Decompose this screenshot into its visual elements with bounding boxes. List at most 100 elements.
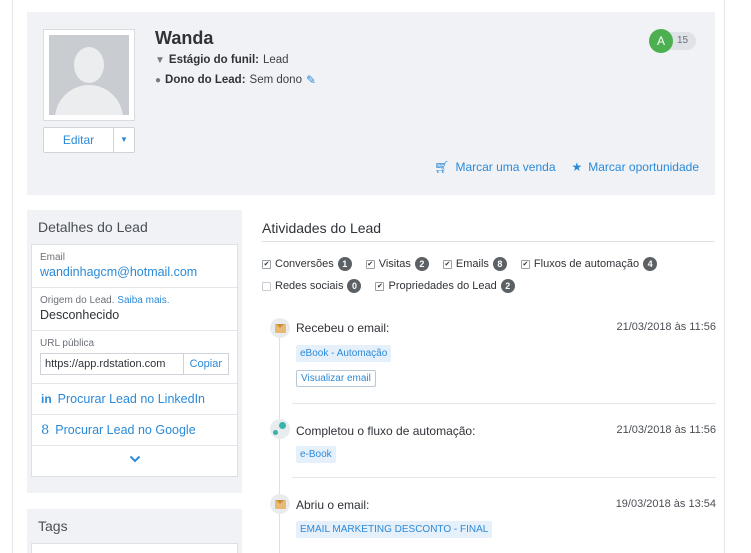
lead-origin-field: Origem do Lead. Saiba mais. Desconhecido [32, 288, 237, 331]
activity-title: Recebeu o email: [296, 321, 390, 335]
filter-label: Propriedades do Lead [388, 280, 497, 292]
google-plus-icon: 8 [41, 422, 50, 438]
public-url-input[interactable]: https://app.rdstation.com [40, 353, 184, 375]
lead-details-box: Email wandinhagcm@hotmail.com Origem do … [31, 244, 238, 477]
search-linkedin-link[interactable]: in Procurar Lead no LinkedIn [32, 384, 237, 415]
activity-date: 19/03/2018 às 13:54 [615, 498, 716, 510]
checkbox-checked-icon[interactable]: ✔ [520, 259, 530, 269]
tags-box [31, 543, 238, 553]
filter-row-1: ✔ Conversões 1 ✔ Visitas 2 ✔ Emails 8 ✔ … [262, 257, 717, 271]
count-badge: 4 [643, 257, 658, 271]
activity-separator [292, 477, 716, 478]
search-google-link[interactable]: 8 Procurar Lead no Google [32, 415, 237, 446]
count-badge: 2 [500, 279, 515, 293]
filter-label: Visitas [378, 258, 411, 270]
page-right-border [724, 0, 725, 553]
lead-owner-row: ● Dono do Lead: Sem dono ✎ [155, 73, 316, 87]
filter-row-2: Redes sociais 0 ✔ Propriedades do Lead 2 [262, 279, 717, 293]
filter-conversions[interactable]: ✔ Conversões 1 [262, 257, 352, 271]
mark-sale-link[interactable]: 🛒︎ Marcar uma venda [434, 160, 555, 174]
filter-visits[interactable]: ✔ Visitas 2 [365, 257, 429, 271]
envelope-icon [270, 318, 290, 338]
count-badge: 8 [492, 257, 507, 271]
activity-filters: ✔ Conversões 1 ✔ Visitas 2 ✔ Emails 8 ✔ … [262, 257, 717, 301]
search-google-label: Procurar Lead no Google [55, 423, 196, 437]
lead-origin-label-row: Origem do Lead. Saiba mais. [40, 295, 229, 306]
lead-owner-value: Sem dono [249, 74, 302, 86]
lead-details-panel: Detalhes do Lead Email wandinhagcm@hotma… [27, 210, 242, 493]
cart-icon: 🛒︎ [434, 160, 450, 174]
view-email-button[interactable]: Visualizar email [296, 370, 376, 387]
filter-label: Fluxos de automação [533, 258, 640, 270]
linkedin-icon: in [41, 392, 52, 406]
checkbox-checked-icon[interactable]: ✔ [262, 259, 271, 269]
lead-scoring: A 15 [649, 29, 697, 53]
public-url-label: URL pública [40, 338, 95, 349]
funnel-stage-label: Estágio do funil: [168, 54, 259, 66]
learn-more-link[interactable]: Saiba mais. [117, 295, 169, 306]
mark-opportunity-link[interactable]: ★ Marcar oportunidade [572, 160, 700, 174]
avatar [43, 29, 135, 121]
count-badge: 0 [347, 279, 362, 293]
activity-item: Abriu o email: 19/03/2018 às 13:54 EMAIL… [270, 494, 716, 544]
activity-email-link[interactable]: eBook - Automação [296, 345, 392, 362]
email-link[interactable]: wandinhagcm@hotmail.com [40, 265, 229, 279]
checkbox-checked-icon[interactable]: ✔ [365, 259, 375, 269]
activity-item: Recebeu o email: 21/03/2018 às 11:56 eBo… [270, 318, 716, 398]
funnel-stage-row: ▼ Estágio do funil: Lead [155, 54, 289, 66]
copy-url-button[interactable]: Copiar [183, 353, 229, 375]
chevron-down-icon [129, 455, 140, 463]
checkbox-checked-icon[interactable]: ✔ [442, 259, 452, 269]
user-icon: ● [155, 74, 162, 86]
avatar-head-shape [74, 47, 104, 83]
lead-grade-badge: A [649, 29, 673, 53]
activities-title: Atividades do Lead [262, 220, 382, 236]
funnel-stage-value: Lead [262, 54, 289, 66]
automation-flow-icon [270, 419, 290, 439]
count-badge: 2 [414, 257, 429, 271]
filter-lead-properties[interactable]: ✔ Propriedades do Lead 2 [375, 279, 515, 293]
checkbox-checked-icon[interactable]: ✔ [375, 281, 385, 291]
activity-title: Completou o fluxo de automação: [296, 424, 476, 438]
filter-social-networks[interactable]: Redes sociais 0 [262, 279, 362, 293]
activity-date: 21/03/2018 às 11:56 [616, 424, 717, 436]
filter-label: Emails [455, 258, 489, 270]
public-url-field: URL pública https://app.rdstation.com Co… [32, 331, 237, 384]
mark-sale-label: Marcar uma venda [455, 160, 556, 174]
edit-lead-button-group: Editar ▼ [43, 127, 135, 153]
activity-item: Completou o fluxo de automação: 21/03/20… [270, 419, 716, 469]
mark-opportunity-label: Marcar oportunidade [588, 160, 699, 174]
funnel-icon: ▼ [155, 54, 165, 66]
activity-flow-link[interactable]: e-Book [296, 446, 336, 463]
search-linkedin-label: Procurar Lead no LinkedIn [57, 392, 205, 406]
envelope-open-icon [270, 494, 290, 514]
public-url-row: https://app.rdstation.com Copiar [40, 353, 229, 375]
filter-label: Conversões [275, 258, 334, 270]
activity-date: 21/03/2018 às 11:56 [616, 321, 717, 333]
avatar-shoulders-shape [55, 85, 123, 115]
filter-label: Redes sociais [275, 280, 344, 292]
star-icon: ★ [571, 160, 583, 174]
tags-panel: Tags [27, 509, 242, 553]
activity-email-link[interactable]: EMAIL MARKETING DESCONTO - FINAL [296, 521, 493, 538]
activity-separator [292, 403, 716, 404]
lead-details-title: Detalhes do Lead [38, 219, 148, 235]
filter-automation-flows[interactable]: ✔ Fluxos de automação 4 [520, 257, 658, 271]
lead-actions: 🛒︎ Marcar uma venda ★ Marcar oportunidad… [434, 160, 699, 174]
email-field: Email wandinhagcm@hotmail.com [32, 245, 237, 288]
edit-options-dropdown[interactable]: ▼ [114, 128, 134, 152]
filter-emails[interactable]: ✔ Emails 8 [442, 257, 507, 271]
edit-lead-button[interactable]: Editar [44, 128, 114, 152]
lead-header: Editar ▼ Wanda ▼ Estágio do funil: Lead … [27, 12, 715, 195]
expand-details-button[interactable] [32, 446, 237, 476]
checkbox-unchecked-icon[interactable] [262, 281, 271, 291]
page-left-border [12, 0, 13, 553]
lead-origin-value: Desconhecido [40, 308, 120, 322]
lead-name: Wanda [155, 28, 214, 48]
activities-divider [262, 241, 714, 242]
count-badge: 1 [337, 257, 352, 271]
pencil-icon[interactable]: ✎ [306, 73, 316, 87]
lead-owner-label: Dono do Lead: [165, 74, 246, 86]
avatar-placeholder [49, 35, 129, 115]
activity-title: Abriu o email: [296, 498, 370, 512]
